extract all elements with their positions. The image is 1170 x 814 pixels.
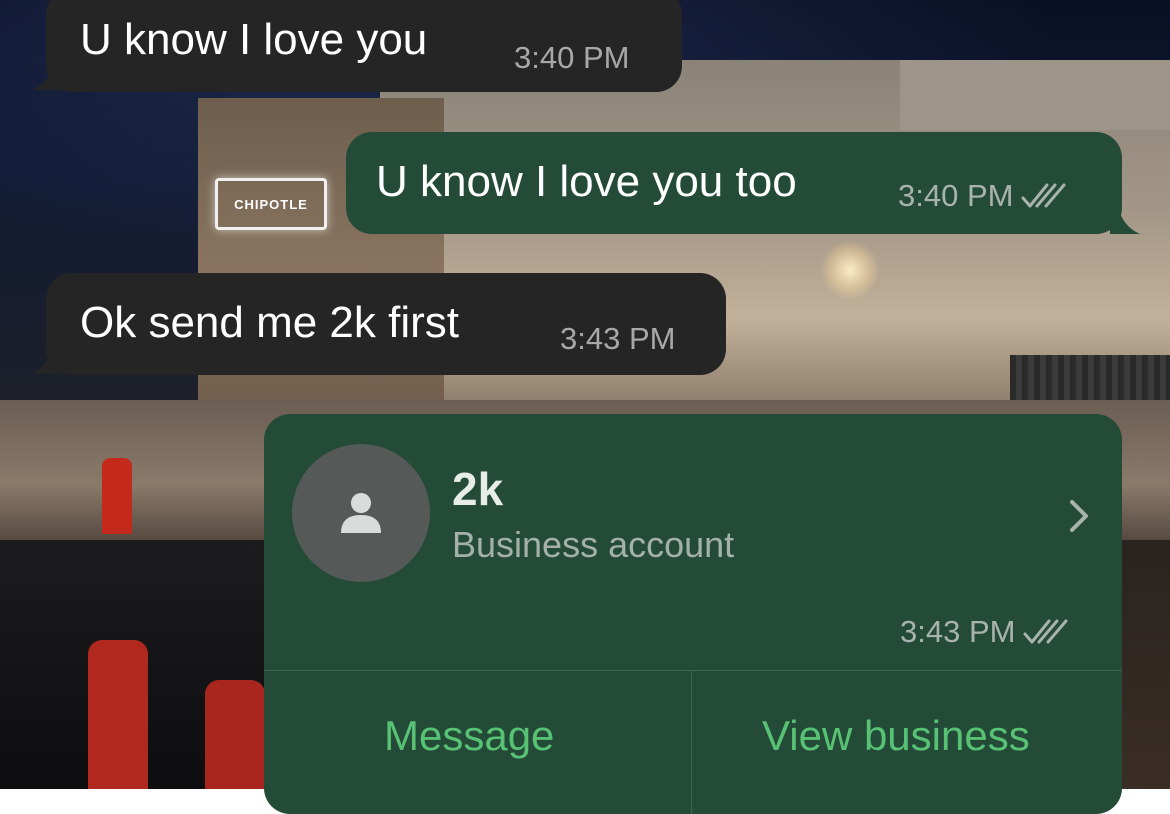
- message-bubble-incoming[interactable]: U know I love you 3:40 PM: [46, 0, 682, 92]
- message-timestamp: 3:43 PM: [560, 321, 676, 356]
- chevron-right-icon[interactable]: [1064, 496, 1094, 536]
- message-meta: 3:43 PM: [900, 614, 1069, 650]
- wallpaper-building-top: [900, 60, 1170, 130]
- person-icon: [341, 493, 381, 533]
- wallpaper-sign: CHIPOTLE: [215, 178, 327, 230]
- wallpaper-car-seat: [205, 680, 265, 789]
- message-timestamp: 3:40 PM: [514, 40, 630, 75]
- contact-name[interactable]: 2k: [452, 462, 503, 516]
- wallpaper-car-seat: [88, 640, 148, 789]
- card-divider: [691, 670, 692, 814]
- contact-card-bubble[interactable]: 2k Business account 3:43 PM Message View…: [264, 414, 1122, 814]
- contact-subtitle: Business account: [452, 524, 735, 565]
- double-check-icon: [1021, 183, 1066, 208]
- message-timestamp: 3:40 PM: [898, 178, 1014, 213]
- card-divider: [264, 670, 1122, 671]
- double-check-icon: [1023, 619, 1068, 644]
- message-timestamp: 3:43 PM: [900, 614, 1016, 649]
- wallpaper-hydrant: [102, 458, 132, 534]
- message-meta: 3:40 PM: [898, 178, 1067, 214]
- message-text: U know I love you too: [376, 157, 797, 206]
- avatar[interactable]: [292, 444, 430, 582]
- wallpaper-light: [820, 240, 880, 300]
- view-business-button[interactable]: View business: [762, 712, 1030, 760]
- message-bubble-outgoing[interactable]: U know I love you too 3:40 PM: [346, 132, 1122, 234]
- message-button[interactable]: Message: [384, 712, 554, 760]
- message-text: U know I love you: [80, 15, 428, 64]
- message-text: Ok send me 2k first: [80, 298, 460, 347]
- message-bubble-incoming[interactable]: Ok send me 2k first 3:43 PM: [46, 273, 726, 375]
